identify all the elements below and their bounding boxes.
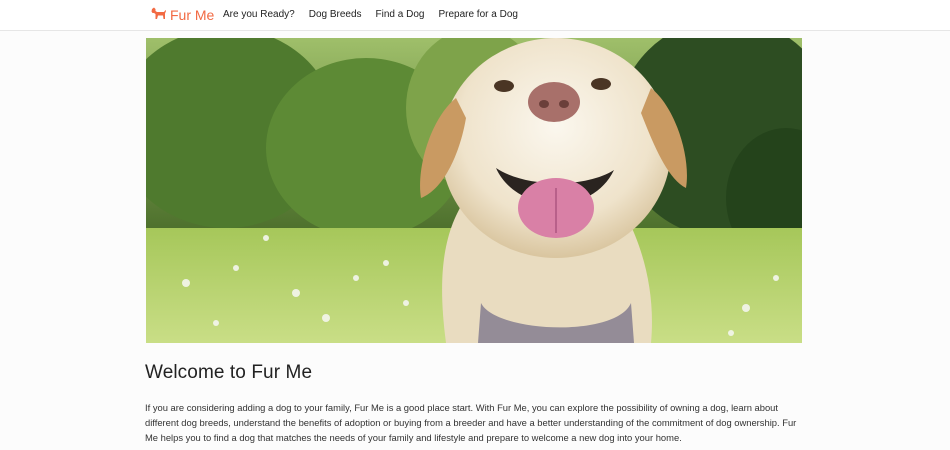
dog-icon [151, 7, 170, 23]
nav-item-are-you-ready[interactable]: Are you Ready? [223, 9, 295, 20]
nav-item-prepare-for-a-dog[interactable]: Prepare for a Dog [438, 9, 518, 20]
brand-name: Fur Me [170, 7, 215, 23]
nav-links: Are you Ready? Dog Breeds Find a Dog Pre… [223, 9, 532, 20]
hero-image [146, 38, 802, 343]
nav-item-find-a-dog[interactable]: Find a Dog [376, 9, 425, 20]
brand-link[interactable]: Fur Me [151, 7, 214, 23]
intro-paragraph: If you are considering adding a dog to y… [145, 402, 797, 443]
top-navbar: Fur Me Are you Ready? Dog Breeds Find a … [0, 0, 950, 31]
page-title: Welcome to Fur Me [145, 362, 313, 383]
nav-item-dog-breeds[interactable]: Dog Breeds [309, 9, 362, 20]
